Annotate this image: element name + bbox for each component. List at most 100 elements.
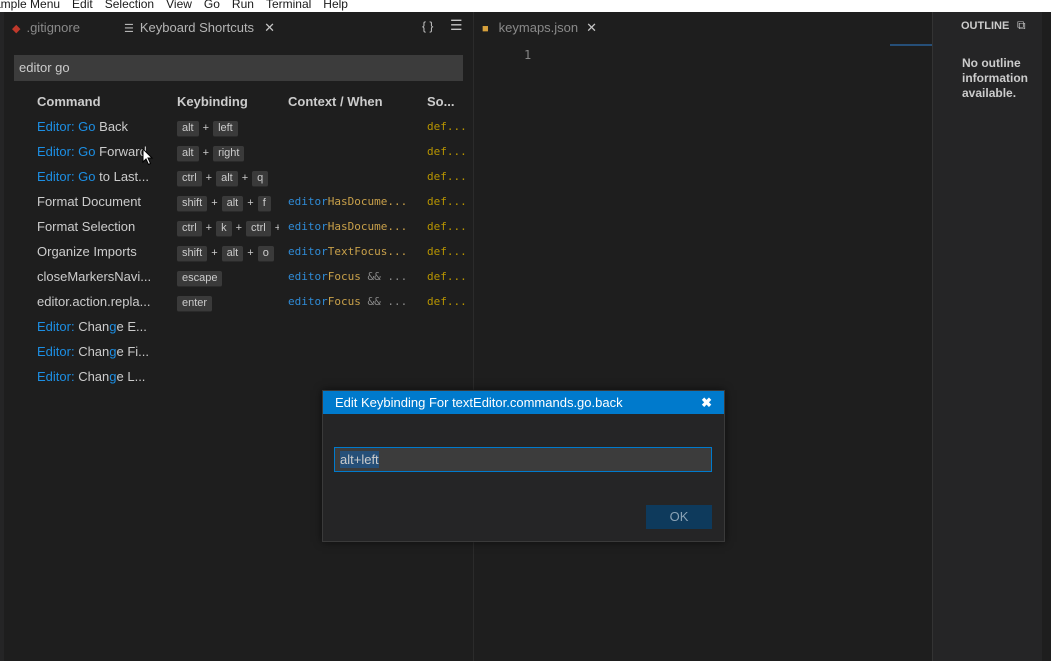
command-cell: closeMarkersNavi...	[37, 264, 159, 289]
menu-item-go[interactable]: Go	[204, 0, 220, 12]
source-cell: def...	[427, 195, 467, 208]
close-icon[interactable]: ✖	[701, 391, 712, 414]
header-source[interactable]: So...	[427, 90, 454, 114]
keybinding-cell: escape	[177, 264, 279, 289]
command-text: e E...	[116, 319, 147, 334]
menu-item-ample-menu[interactable]: ample Menu	[0, 0, 60, 12]
key-chip: ctrl	[246, 221, 271, 237]
command-text: Organize Imports	[37, 244, 137, 259]
command-cell: Format Selection	[37, 214, 159, 239]
outline-panel: OUTLINE ⧉ No outline information availab…	[932, 12, 1043, 661]
table-row[interactable]: Editor: Change L...	[4, 364, 472, 389]
context-expression: TextFocus...	[327, 245, 408, 258]
key-chip: alt	[177, 121, 199, 137]
command-cell: Editor: Go Back	[37, 114, 159, 139]
list-icon: ☰	[124, 23, 134, 35]
key-separator: +	[205, 222, 213, 234]
context-key: editor	[288, 295, 328, 308]
table-row[interactable]: Format Document shift + alt + f editorHasDocum…	[4, 189, 472, 214]
source-cell: def...	[427, 145, 467, 158]
command-text: Editor:	[37, 369, 75, 384]
table-row[interactable]: Editor: Go Back alt + left def...	[4, 114, 472, 139]
header-command[interactable]: Command	[37, 90, 101, 114]
keyboard-shortcuts-pane: ◆ .gitignore ☰ Keyboard Shortcuts ✕ { } ☰ e…	[4, 12, 472, 661]
outline-title: OUTLINE	[961, 20, 1010, 32]
table-row[interactable]: Editor: Go Forward alt + right def...	[4, 139, 472, 164]
command-text: Editor: Go	[37, 119, 96, 134]
table-row[interactable]: editor.action.repla... enter editorFocus &…	[4, 289, 472, 314]
source-cell: def...	[427, 295, 467, 308]
source-cell: def...	[427, 270, 467, 283]
menu-item-view[interactable]: View	[166, 0, 192, 12]
command-text: Back	[95, 119, 129, 134]
tab-keyboard-shortcuts-label: Keyboard Shortcuts	[139, 20, 255, 35]
tab-keyboard-shortcuts[interactable]: ☰ Keyboard Shortcuts ✕	[124, 12, 275, 44]
command-text: Editor: Go	[37, 169, 96, 184]
context-key: editor	[288, 220, 328, 233]
command-cell: Editor: Go Forward	[37, 139, 159, 164]
key-chip: f	[257, 196, 271, 212]
mouse-cursor-icon	[142, 148, 154, 166]
key-chip: alt	[221, 246, 244, 262]
table-row[interactable]: Format Selection ctrl + k + ctrl + editorHasDoc…	[4, 214, 472, 239]
command-text: e L...	[116, 369, 146, 384]
json-file-icon: ■	[482, 23, 489, 35]
command-text: Format Document	[37, 194, 142, 209]
outline-message: No outline information available.	[962, 56, 1028, 100]
open-json-icon[interactable]: { }	[422, 19, 433, 33]
command-text: e Fi...	[116, 344, 150, 359]
dialog-title: Edit Keybinding For textEditor.commands.…	[335, 395, 623, 410]
context-expression: Focus && ...	[327, 295, 408, 308]
edit-keybinding-dialog: Edit Keybinding For textEditor.commands.…	[322, 390, 725, 542]
more-actions-icon[interactable]: ☰	[450, 17, 463, 34]
command-text: Chan	[74, 319, 110, 334]
table-row[interactable]: Organize Imports shift + alt + o editorTextFoc…	[4, 239, 472, 264]
key-chip: ctrl	[177, 171, 202, 187]
menu-item-selection[interactable]: Selection	[105, 0, 154, 12]
context-cell: editorHasDocume...	[288, 214, 410, 239]
command-text: editor.action.repla...	[37, 294, 151, 309]
left-tab-bar: ◆ .gitignore ☰ Keyboard Shortcuts ✕ { } ☰	[4, 12, 472, 44]
header-context[interactable]: Context / When	[288, 90, 383, 114]
keybinding-cell: alt + left	[177, 114, 279, 141]
collapse-all-icon[interactable]: ⧉	[1017, 18, 1026, 33]
key-chip: alt	[216, 171, 238, 187]
menu-item-help[interactable]: Help	[323, 0, 348, 12]
tab-gitignore[interactable]: ◆ .gitignore	[12, 12, 80, 44]
command-text: Editor:	[37, 319, 75, 334]
context-cell: editorFocus && ...	[288, 289, 410, 314]
key-separator: +	[274, 222, 279, 234]
table-row[interactable]: Editor: Change Fi...	[4, 339, 472, 364]
keybinding-input[interactable]: alt+left	[334, 447, 712, 472]
command-cell: editor.action.repla...	[37, 289, 159, 314]
key-separator: +	[211, 197, 218, 209]
tab-keymaps-json[interactable]: ■ keymaps.json ✕	[482, 12, 597, 44]
menu-item-edit[interactable]: Edit	[72, 0, 93, 12]
command-cell: Organize Imports	[37, 239, 159, 264]
key-separator: +	[202, 122, 210, 134]
table-row[interactable]: Editor: Change E...	[4, 314, 472, 339]
keybinding-search-input[interactable]: editor go	[14, 55, 463, 81]
command-text: closeMarkersNavi...	[37, 269, 152, 284]
keybinding-cell: ctrl + alt + q	[177, 164, 279, 191]
table-row[interactable]: closeMarkersNavi... escape editorFocus && …	[4, 264, 472, 289]
key-chip: left	[213, 121, 238, 137]
keybinding-cell: ctrl + k + ctrl +	[177, 214, 279, 241]
context-key: editor	[288, 195, 328, 208]
json-editor[interactable]: ■ keymaps.json ✕ 1	[473, 12, 942, 661]
menu-item-terminal[interactable]: Terminal	[266, 0, 311, 12]
vertical-scrollbar[interactable]	[1042, 12, 1051, 661]
close-icon[interactable]: ✕	[264, 20, 275, 35]
ok-button[interactable]: OK	[646, 505, 712, 529]
dialog-title-bar: Edit Keybinding For textEditor.commands.…	[323, 391, 724, 414]
header-keybinding[interactable]: Keybinding	[177, 90, 248, 114]
git-diamond-icon: ◆	[12, 23, 21, 35]
keybinding-cell: shift + alt + o	[177, 239, 279, 266]
command-text: g	[109, 369, 117, 384]
close-icon[interactable]: ✕	[586, 20, 597, 35]
menu-item-run[interactable]: Run	[232, 0, 254, 12]
command-text: to Last...	[95, 169, 150, 184]
key-chip: q	[252, 171, 269, 187]
table-row[interactable]: Editor: Go to Last... ctrl + alt + q def...	[4, 164, 472, 189]
context-expression: HasDocume...	[327, 195, 408, 208]
